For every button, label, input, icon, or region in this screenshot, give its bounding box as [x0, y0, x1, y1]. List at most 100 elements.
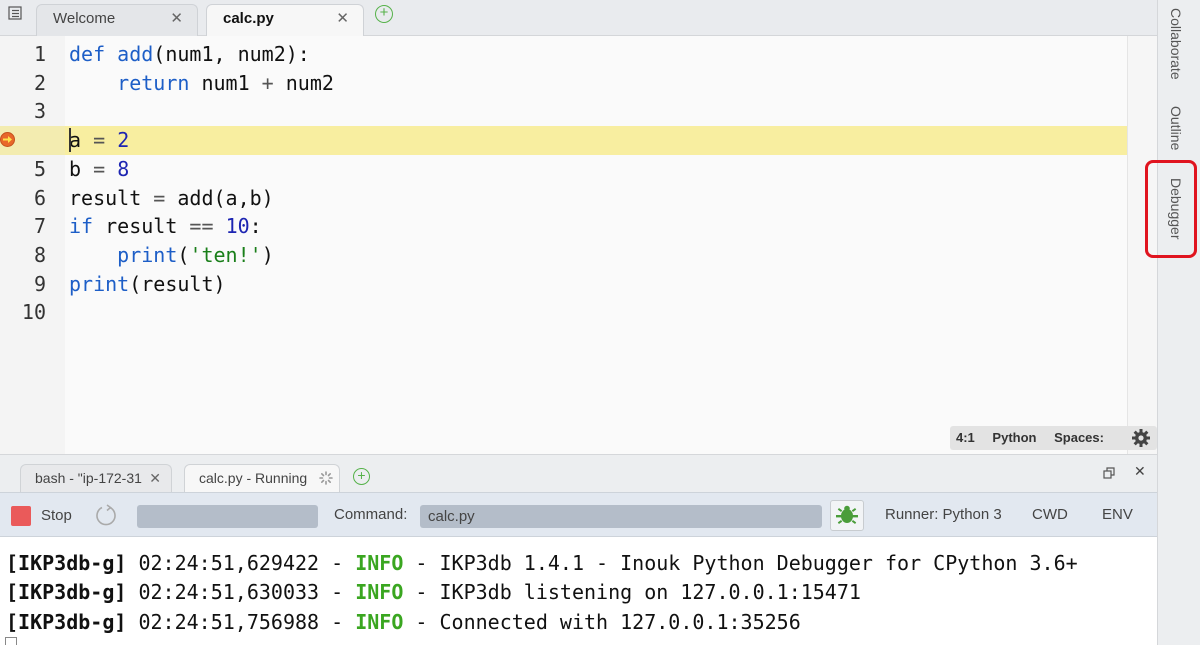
command-input[interactable]: calc.py — [420, 505, 822, 528]
right-side-panel: Collaborate Outline Debugger — [1157, 0, 1200, 645]
code-line: print(result) — [69, 270, 226, 299]
log-message: - IKP3db 1.4.1 - Inouk Python Debugger f… — [403, 551, 1078, 575]
code-token: num2 — [273, 70, 334, 95]
console-line: [IKP3db-g] 02:24:51,756988 - INFO - Conn… — [6, 608, 801, 636]
line-number[interactable]: 1 — [6, 40, 46, 69]
code-token: result — [69, 185, 154, 210]
code-token: ) — [261, 242, 274, 267]
log-message: - Connected with 127.0.0.1:35256 — [403, 610, 801, 634]
code-token: = — [93, 128, 106, 153]
side-tab-outline[interactable]: Outline — [1168, 106, 1184, 150]
line-number[interactable]: 3 — [6, 97, 46, 126]
runner-toolbar: Stop Command: calc.py Runner: Python 3 C… — [0, 492, 1157, 537]
tab-calc-py[interactable]: calc.py ✕ — [206, 4, 364, 37]
close-icon[interactable]: ✕ — [336, 5, 349, 33]
line-number[interactable]: 5 — [6, 155, 46, 184]
file-menu-icon[interactable] — [8, 6, 22, 20]
log-tag: [IKP3db-g] — [6, 580, 127, 604]
cursor-position[interactable]: 4:1 — [956, 430, 975, 445]
code-editor[interactable]: 12345678910 def add(num1, num2): return … — [0, 36, 1157, 469]
log-level: INFO — [355, 580, 404, 604]
code-token: return — [117, 70, 190, 95]
tab-label: bash - "ip-172-31 — [35, 470, 142, 486]
code-token: b — [69, 156, 94, 181]
add-tab-icon[interactable]: + — [375, 5, 393, 23]
code-token: print — [117, 242, 178, 267]
log-level: INFO — [355, 551, 404, 575]
code-line: b = 8 — [69, 155, 129, 184]
stop-label: Stop — [41, 507, 72, 524]
line-number[interactable]: 8 — [6, 241, 46, 270]
tab-label: Welcome — [53, 10, 116, 27]
code-token: : — [249, 214, 262, 239]
text-cursor — [69, 128, 71, 152]
code-token: result — [93, 214, 190, 239]
editor-status-bar: 4:1 Python Spaces: 4 — [950, 426, 1157, 469]
close-icon[interactable]: ✕ — [149, 465, 161, 491]
code-token: def — [69, 42, 106, 66]
restore-panel-icon[interactable] — [1103, 467, 1115, 479]
log-tag: [IKP3db-g] — [6, 551, 127, 575]
code-token: = — [93, 156, 106, 181]
code-token: 2 — [117, 128, 130, 153]
code-line: print('ten!') — [69, 241, 274, 270]
log-time: 02:24:51,629422 - — [126, 551, 356, 575]
code-token: 'ten!' — [189, 242, 262, 267]
code-line: a = 2 — [69, 126, 129, 155]
code-token: + — [261, 70, 274, 95]
runner-selector[interactable]: Runner: Python 3 — [885, 506, 1002, 523]
code-token: == — [189, 214, 214, 239]
line-number[interactable]: 7 — [6, 212, 46, 241]
code-line: return num1 + num2 — [69, 69, 334, 98]
current-line-highlight — [65, 126, 1127, 155]
runner-console-output[interactable]: [IKP3db-g] 02:24:51,629422 - INFO - IKP3… — [0, 537, 1157, 645]
code-token: (num1, num2): — [153, 42, 310, 66]
log-level: INFO — [355, 610, 404, 634]
code-token: ( — [177, 242, 190, 267]
debug-toggle-button[interactable] — [830, 500, 864, 531]
tab-bash-terminal[interactable]: bash - "ip-172-31 ✕ — [20, 464, 172, 493]
tab-calc-running[interactable]: calc.py - Running — [184, 464, 340, 493]
log-time: 02:24:51,756988 - — [126, 610, 356, 634]
code-token: if — [69, 214, 94, 239]
line-number[interactable]: 9 — [6, 270, 46, 299]
close-icon[interactable]: ✕ — [170, 5, 183, 33]
line-number[interactable]: 6 — [6, 184, 46, 213]
add-tab-icon[interactable]: + — [353, 468, 370, 485]
console-line: [IKP3db-g] 02:24:51,630033 - INFO - IKP3… — [6, 578, 861, 606]
run-arguments-field[interactable] — [137, 505, 318, 528]
code-token: 8 — [117, 156, 130, 181]
language-mode[interactable]: Python — [992, 430, 1036, 445]
gear-icon[interactable] — [1131, 428, 1151, 448]
code-token: = — [153, 185, 166, 210]
execution-arrow-icon[interactable] — [0, 132, 15, 147]
console-line: [IKP3db-g] 02:24:51,629422 - INFO - IKP3… — [6, 549, 1078, 577]
debugger-annotation-box — [1145, 160, 1197, 258]
line-number-gutter: 12345678910 — [0, 36, 65, 454]
line-number[interactable]: 2 — [6, 69, 46, 98]
restart-icon[interactable] — [94, 503, 118, 527]
env-button[interactable]: ENV — [1102, 506, 1133, 523]
tab-label: calc.py - Running — [199, 470, 308, 486]
log-time: 02:24:51,630033 - — [126, 580, 356, 604]
cwd-button[interactable]: CWD — [1032, 506, 1068, 523]
side-tab-collaborate[interactable]: Collaborate — [1168, 8, 1184, 80]
code-token: add — [117, 42, 154, 66]
close-panel-icon[interactable]: ✕ — [1134, 463, 1146, 480]
code-token: print — [69, 271, 130, 296]
code-token: 10 — [225, 214, 250, 239]
code-line: result = add(a,b) — [69, 184, 274, 213]
code-token: add(a,b) — [165, 185, 274, 210]
spinner-icon — [319, 471, 333, 485]
tab-welcome[interactable]: Welcome ✕ — [36, 4, 198, 36]
code-token: (result) — [129, 271, 226, 296]
code-token: num1 — [189, 70, 262, 95]
stop-icon — [11, 506, 31, 526]
line-number[interactable]: 10 — [6, 298, 46, 327]
bug-icon — [836, 505, 858, 524]
